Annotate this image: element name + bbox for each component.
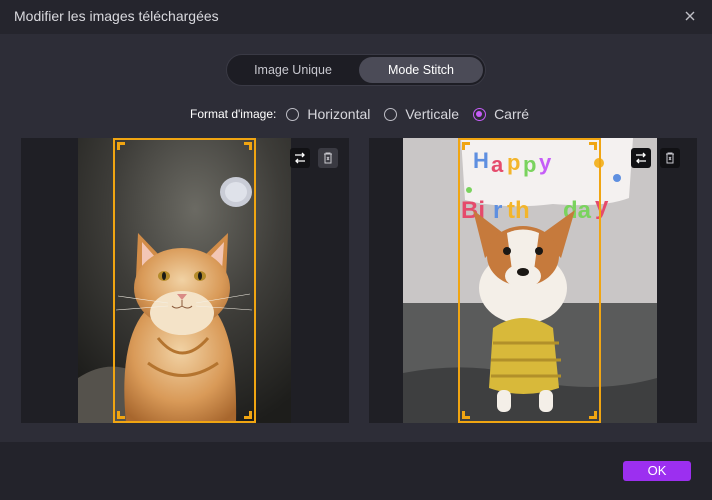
crop-handle-bottom-left[interactable] [462,411,470,419]
mode-toggle: Image Unique Mode Stitch [226,54,486,86]
editor-area: Image Unique Mode Stitch Format d'image:… [0,34,712,442]
crop-handle-bottom-left[interactable] [117,411,125,419]
crop-handle-bottom-right[interactable] [589,411,597,419]
radio-carre[interactable]: Carré [473,106,529,122]
dialog-title: Modifier les images téléchargées [14,8,219,24]
crop-frame[interactable] [458,138,601,423]
crop-handle-top-left[interactable] [117,142,125,150]
radio-label: Horizontal [307,106,371,122]
format-label: Format d'image: [190,107,277,121]
crop-handle-top-right[interactable] [589,142,597,150]
swap-image-button[interactable] [631,148,651,168]
swap-icon [636,152,646,164]
crop-handle-bottom-right[interactable] [244,411,252,419]
crop-frame[interactable] [113,138,256,423]
crop-handle-top-left[interactable] [462,142,470,150]
delete-icon [324,152,332,164]
radio-circle [286,107,300,121]
radio-horizontal[interactable]: Horizontal [286,106,370,122]
tab-image-unique[interactable]: Image Unique [229,57,357,83]
dialog-footer [0,442,712,500]
radio-label: Verticale [405,106,460,122]
radio-circle-checked [473,107,487,121]
delete-image-button[interactable] [660,148,680,168]
crop-handle-top-right[interactable] [244,142,252,150]
radio-label: Carré [494,106,530,122]
delete-image-button[interactable] [318,148,338,168]
radio-verticale[interactable]: Verticale [384,106,459,122]
image-panel-cat [21,138,349,423]
title-bar: Modifier les images téléchargées [0,0,712,34]
delete-icon [666,152,674,164]
ok-button[interactable]: OK [623,461,691,481]
close-button[interactable] [682,8,698,24]
close-icon [685,11,695,21]
image-format-row: Format d'image: Horizontal Verticale Car… [190,106,543,122]
radio-circle [384,107,398,121]
edit-images-dialog: Modifier les images téléchargées Image U… [0,0,712,500]
tab-mode-stitch[interactable]: Mode Stitch [359,57,483,83]
swap-icon [295,152,305,164]
swap-image-button[interactable] [290,148,310,168]
image-panel-dog: H a p p y Bi r th da y [369,138,697,423]
